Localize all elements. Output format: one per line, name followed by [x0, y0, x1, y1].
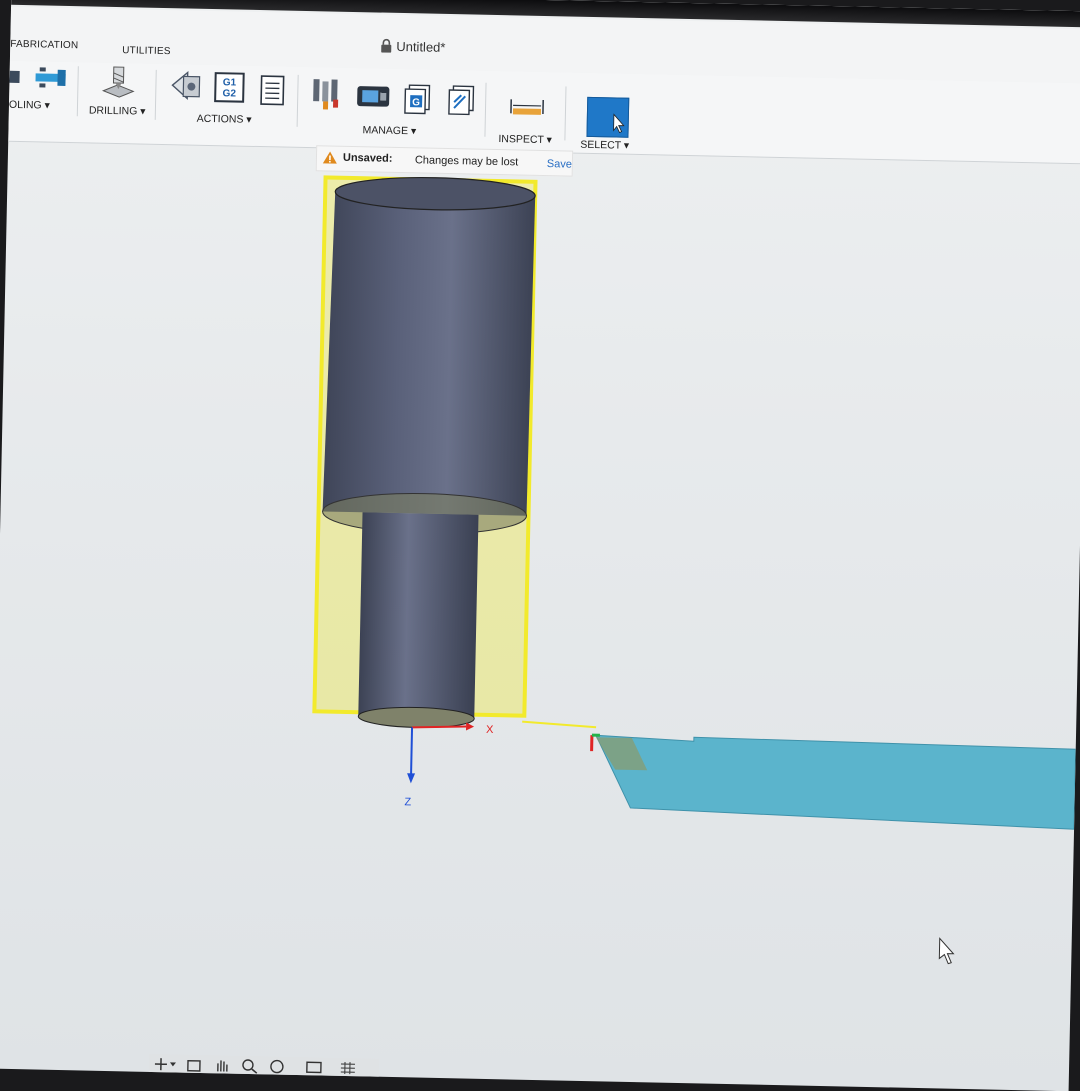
x-axis-label: X [486, 724, 494, 736]
viewport-canvas[interactable]: X Z [0, 0, 1080, 1091]
z-axis-label: Z [404, 796, 411, 808]
grid-icon[interactable] [339, 1060, 357, 1076]
display-settings-icon[interactable] [305, 1059, 325, 1075]
stock-body[interactable] [322, 176, 535, 536]
turning-tool[interactable] [590, 735, 1076, 829]
stock-outline [522, 722, 596, 728]
navigation-bar [149, 1054, 379, 1079]
orbit-icon[interactable] [153, 1056, 177, 1072]
zoom-icon[interactable] [241, 1058, 259, 1074]
shaft-body[interactable] [358, 512, 478, 728]
look-at-icon[interactable] [185, 1057, 203, 1073]
mouse-cursor [939, 938, 954, 963]
origin-triad: X Z [404, 721, 494, 810]
fusion-window: Untitled* FABRICATION UTILITIES OLING ▾ … [0, 0, 1080, 1091]
pan-icon[interactable] [213, 1057, 231, 1073]
fit-icon[interactable] [269, 1058, 287, 1074]
